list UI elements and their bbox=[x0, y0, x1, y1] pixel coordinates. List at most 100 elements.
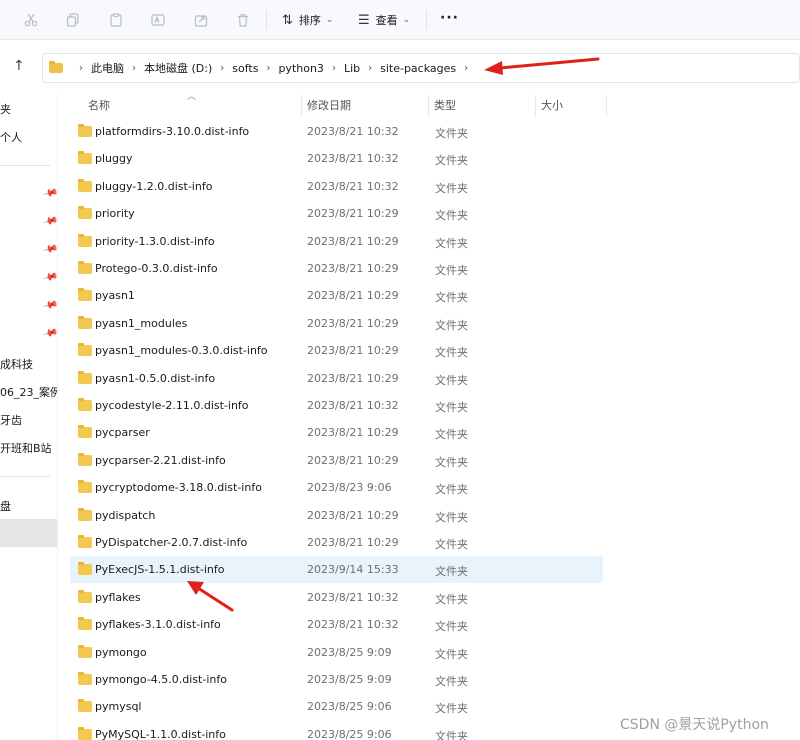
table-row[interactable]: PyDispatcher-2.0.7.dist-info 2023/8/21 10… bbox=[70, 529, 603, 556]
pin-icon[interactable]: 📌 bbox=[42, 298, 57, 314]
folder-icon bbox=[78, 644, 92, 658]
table-row[interactable]: priority 2023/8/21 10:29 文件夹 bbox=[70, 200, 603, 227]
folder-icon bbox=[78, 124, 92, 137]
copy-icon[interactable] bbox=[62, 9, 84, 31]
breadcrumb-softs[interactable]: softs bbox=[232, 62, 258, 75]
paste-icon[interactable] bbox=[105, 9, 127, 31]
table-row[interactable]: pyflakes-3.1.0.dist-info 2023/8/21 10:32 文… bbox=[70, 611, 603, 638]
pin-icon[interactable]: 📌 bbox=[42, 326, 57, 342]
file-name: PyDispatcher-2.0.7.dist-info bbox=[95, 536, 248, 549]
file-name: pycryptodome-3.18.0.dist-info bbox=[95, 481, 262, 495]
table-row[interactable]: pycryptodome-3.18.0.dist-info 2023/8/23 9… bbox=[70, 474, 603, 501]
table-row[interactable]: priority-1.3.0.dist-info 2023/8/21 10:29 文… bbox=[70, 228, 603, 255]
breadcrumb-local-disk[interactable]: 本地磁盘 (D:) bbox=[144, 60, 212, 76]
address-bar[interactable]: › 此电脑 › 本地磁盘 (D:) › softs › python3 › Li… bbox=[42, 53, 800, 83]
column-header-name[interactable]: 名称 bbox=[88, 97, 110, 113]
table-row[interactable]: pymongo 2023/8/25 9:09 文件夹 bbox=[70, 639, 603, 666]
table-row[interactable]: pyasn1 2023/8/21 10:29 文件夹 bbox=[70, 282, 603, 309]
view-button[interactable]: ☰ 查看 ⌄ bbox=[358, 10, 410, 30]
sort-ascending-icon: ︿ bbox=[187, 92, 197, 102]
table-row[interactable]: pyasn1_modules 2023/8/21 10:29 文件夹 bbox=[70, 310, 603, 337]
more-options-button[interactable]: ··· bbox=[440, 10, 459, 26]
file-name: priority bbox=[95, 207, 135, 221]
table-row[interactable]: platformdirs-3.10.0.dist-info 2023/8/21 1… bbox=[70, 118, 603, 145]
folder-icon bbox=[78, 370, 92, 384]
sidebar-item[interactable]: 成科技 bbox=[0, 356, 33, 372]
breadcrumb-lib[interactable]: Lib bbox=[344, 62, 360, 75]
table-row[interactable]: pyflakes 2023/8/21 10:32 文件夹 bbox=[70, 584, 603, 611]
breadcrumb-site-packages[interactable]: site-packages bbox=[380, 62, 456, 75]
breadcrumb-python3[interactable]: python3 bbox=[278, 62, 323, 75]
file-type: 文件夹 bbox=[435, 181, 468, 195]
table-row[interactable]: pluggy 2023/8/21 10:32 文件夹 bbox=[70, 145, 603, 172]
table-row[interactable]: pycparser 2023/8/21 10:29 文件夹 bbox=[70, 419, 603, 446]
chevron-down-icon: ⌄ bbox=[402, 15, 411, 25]
column-header-type[interactable]: 类型 bbox=[434, 97, 456, 113]
file-type: 文件夹 bbox=[435, 729, 468, 740]
file-name: pyasn1 bbox=[95, 289, 135, 303]
file-type: 文件夹 bbox=[435, 318, 468, 332]
column-separator[interactable] bbox=[301, 95, 302, 117]
column-header-size[interactable]: 大小 bbox=[541, 97, 563, 113]
table-row[interactable]: pycparser-2.21.dist-info 2023/8/21 10:29 文… bbox=[70, 447, 603, 474]
column-separator[interactable] bbox=[428, 95, 429, 117]
file-type: 文件夹 bbox=[435, 455, 468, 469]
rename-icon[interactable] bbox=[147, 9, 169, 31]
sidebar-divider bbox=[0, 476, 50, 477]
table-row[interactable]: pymongo-4.5.0.dist-info 2023/8/25 9:09 文件夹 bbox=[70, 666, 603, 693]
chevron-right-icon[interactable]: › bbox=[79, 63, 83, 74]
watermark: CSDN @景天说Python bbox=[620, 717, 769, 733]
table-row[interactable]: pluggy-1.2.0.dist-info 2023/8/21 10:32 文件夹 bbox=[70, 173, 603, 200]
file-modified-date: 2023/8/21 10:32 bbox=[307, 152, 399, 166]
pin-icon[interactable]: 📌 bbox=[42, 214, 57, 230]
folder-icon bbox=[49, 61, 63, 73]
chevron-right-icon[interactable]: › bbox=[132, 63, 136, 74]
table-row[interactable]: pymysql 2023/8/25 9:06 文件夹 bbox=[70, 693, 603, 720]
table-row[interactable]: pyasn1-0.5.0.dist-info 2023/8/21 10:29 文件夹 bbox=[70, 365, 603, 392]
column-separator[interactable] bbox=[606, 95, 607, 117]
delete-icon[interactable] bbox=[232, 9, 254, 31]
pin-icon[interactable]: 📌 bbox=[42, 242, 57, 258]
chevron-right-icon[interactable]: › bbox=[332, 63, 336, 74]
file-modified-date: 2023/8/21 10:29 bbox=[307, 289, 399, 303]
file-name: pycparser-2.21.dist-info bbox=[95, 453, 226, 467]
file-modified-date: 2023/8/25 9:09 bbox=[307, 645, 392, 659]
share-icon[interactable] bbox=[190, 9, 212, 31]
sidebar-item[interactable]: 盘 bbox=[0, 498, 11, 514]
folder-icon bbox=[78, 562, 92, 576]
sidebar-item-selected[interactable] bbox=[0, 519, 57, 547]
sidebar-item[interactable]: 牙齿 bbox=[0, 412, 22, 428]
table-row[interactable]: pycodestyle-2.11.0.dist-info 2023/8/21 10… bbox=[70, 392, 603, 419]
table-row[interactable]: pyasn1_modules-0.3.0.dist-info 2023/8/21 … bbox=[70, 337, 603, 364]
file-name: pluggy bbox=[95, 152, 133, 166]
chevron-right-icon[interactable]: › bbox=[368, 63, 372, 74]
pin-icon[interactable]: 📌 bbox=[42, 270, 57, 286]
file-type: 文件夹 bbox=[435, 209, 468, 223]
file-modified-date: 2023/8/21 10:29 bbox=[307, 508, 399, 522]
file-modified-date: 2023/8/25 9:06 bbox=[307, 700, 392, 714]
sidebar-item[interactable]: 开班和B站 bbox=[0, 440, 52, 456]
file-name: platformdirs-3.10.0.dist-info bbox=[95, 125, 250, 138]
breadcrumb-this-pc[interactable]: 此电脑 bbox=[91, 60, 124, 76]
chevron-right-icon[interactable]: › bbox=[266, 63, 270, 74]
file-type: 文件夹 bbox=[435, 620, 468, 634]
table-row[interactable]: PyExecJS-1.5.1.dist-info 2023/9/14 15:33 文… bbox=[70, 556, 603, 584]
chevron-right-icon[interactable]: › bbox=[464, 63, 468, 74]
up-arrow-icon[interactable]: ↑ bbox=[13, 58, 25, 74]
sidebar-item[interactable]: 06_23_案例 bbox=[0, 384, 57, 400]
column-header-date[interactable]: 修改日期 bbox=[307, 97, 351, 113]
folder-icon bbox=[78, 315, 92, 329]
pin-icon[interactable]: 📌 bbox=[42, 186, 57, 202]
chevron-right-icon[interactable]: › bbox=[220, 63, 224, 74]
cut-icon[interactable] bbox=[20, 9, 42, 31]
sidebar-item[interactable]: 夹 bbox=[0, 101, 11, 117]
table-row[interactable]: pydispatch 2023/8/21 10:29 文件夹 bbox=[70, 502, 603, 529]
sidebar-item[interactable]: 个人 bbox=[0, 129, 22, 145]
file-modified-date: 2023/8/21 10:29 bbox=[307, 316, 399, 330]
sort-button[interactable]: ⇅ 排序 ⌄ bbox=[282, 10, 333, 30]
table-row[interactable]: Protego-0.3.0.dist-info 2023/8/21 10:29 文件… bbox=[70, 255, 603, 282]
folder-icon bbox=[78, 206, 92, 220]
file-type: 文件夹 bbox=[435, 127, 468, 140]
column-separator[interactable] bbox=[535, 95, 536, 117]
table-row[interactable]: PyMySQL-1.1.0.dist-info 2023/8/25 9:06 文件夹 bbox=[70, 721, 603, 740]
